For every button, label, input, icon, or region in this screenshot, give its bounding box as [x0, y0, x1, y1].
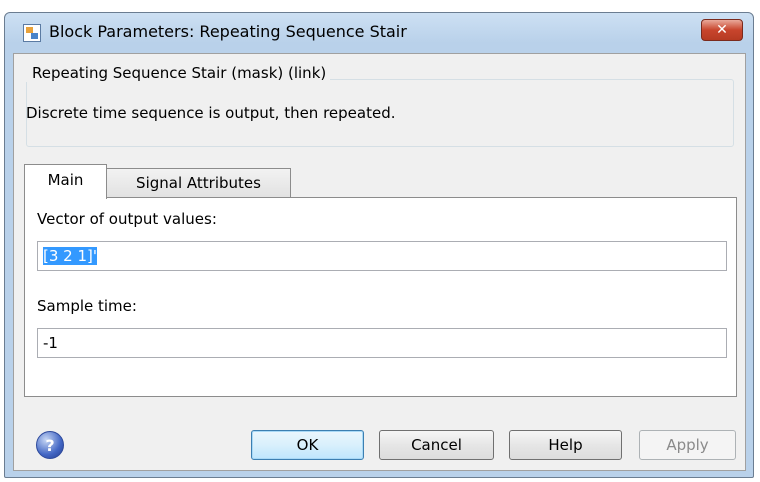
tab-main[interactable]: Main	[24, 164, 107, 199]
window-title: Block Parameters: Repeating Sequence Sta…	[49, 22, 407, 41]
help-button[interactable]: Help	[509, 430, 622, 460]
block-parameters-dialog: Block Parameters: Repeating Sequence Sta…	[4, 12, 754, 478]
sample-time-label: Sample time:	[37, 297, 137, 315]
output-values-text: [3 2 1]'	[43, 247, 97, 265]
tab-signal-attributes[interactable]: Signal Attributes	[106, 168, 291, 198]
main-tab-panel: Vector of output values: [3 2 1]' Sample…	[24, 197, 737, 397]
sample-time-text: -1	[43, 334, 58, 352]
close-icon: ✕	[716, 22, 728, 38]
title-bar[interactable]: Block Parameters: Repeating Sequence Sta…	[5, 13, 753, 53]
output-values-field[interactable]: [3 2 1]'	[37, 241, 727, 271]
sample-time-field[interactable]: -1	[37, 328, 727, 358]
description-group-label: Repeating Sequence Stair (mask) (link)	[26, 64, 331, 82]
output-values-label: Vector of output values:	[37, 210, 217, 228]
apply-button[interactable]: Apply	[639, 430, 736, 460]
ok-button[interactable]: OK	[251, 430, 364, 460]
close-button[interactable]: ✕	[701, 19, 743, 41]
simulink-block-icon	[23, 24, 41, 42]
cancel-button[interactable]: Cancel	[379, 430, 494, 460]
help-question-icon[interactable]: ?	[36, 431, 64, 459]
description-text: Discrete time sequence is output, then r…	[26, 104, 396, 122]
dialog-body: Repeating Sequence Stair (mask) (link) D…	[13, 53, 746, 471]
